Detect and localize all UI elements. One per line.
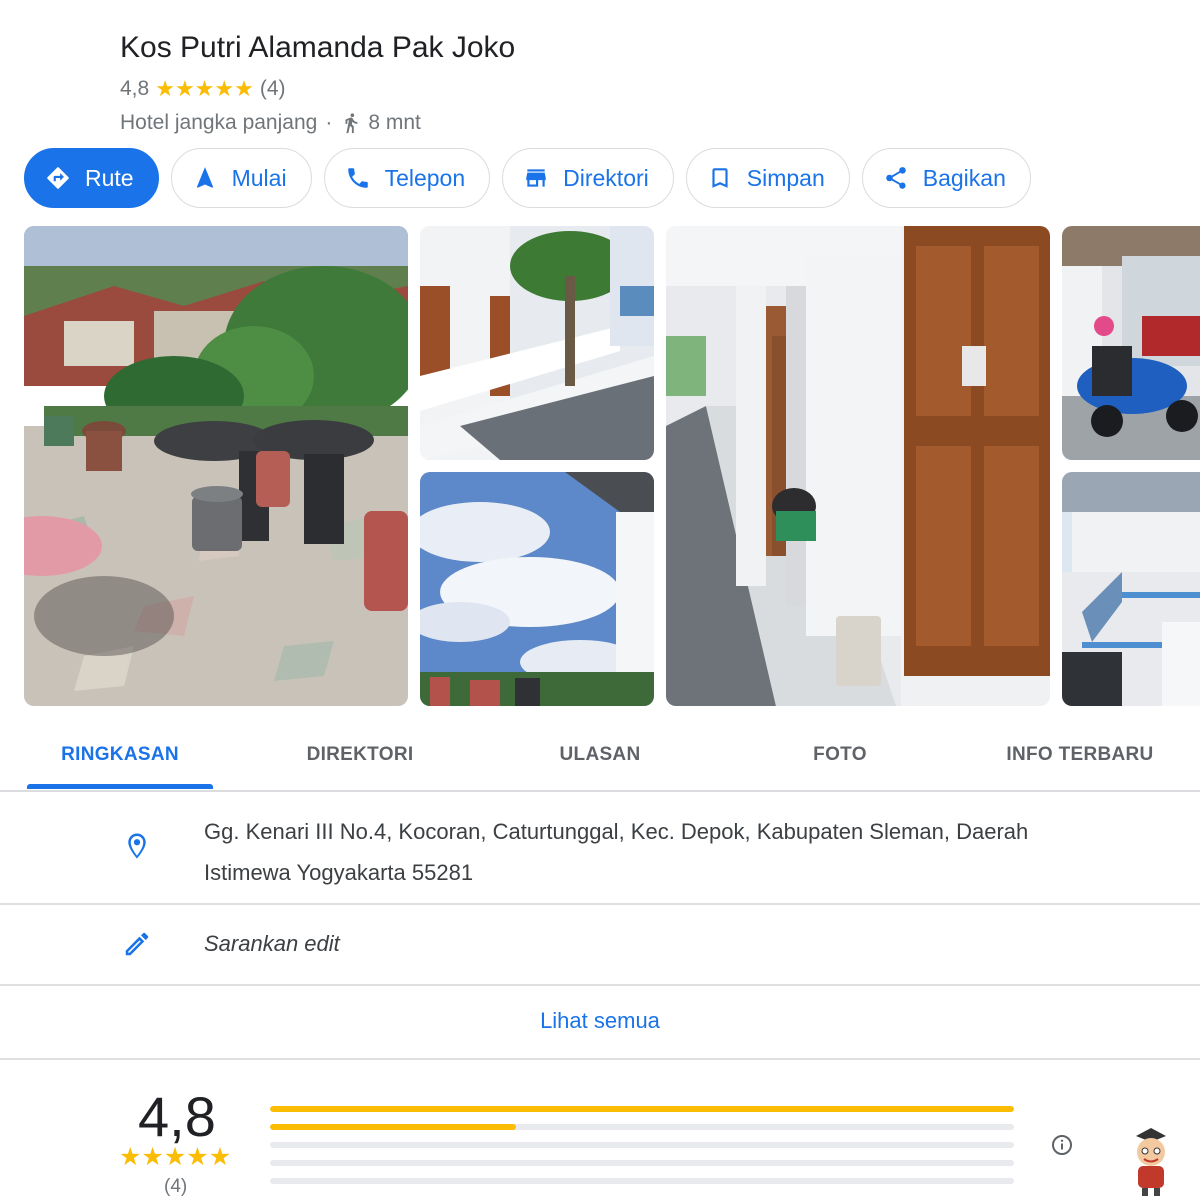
rating-row[interactable]: 4,8 ★ ★ ★ ★ ★ (4)	[120, 74, 515, 104]
walk-time: 8 mnt	[368, 111, 421, 134]
rating-value: 4,8	[120, 77, 150, 100]
address-text: Gg. Kenari III No.4, Kocoran, Caturtungg…	[204, 811, 1104, 893]
rating-bar-2-star	[270, 1160, 1014, 1166]
rating-distribution	[270, 1106, 1014, 1196]
average-stars: ★ ★ ★ ★ ★	[119, 1143, 232, 1171]
navigation-arrow-icon	[192, 165, 218, 191]
photo-upper-corridor[interactable]	[420, 226, 654, 460]
place-title: Kos Putri Alamanda Pak Joko	[120, 31, 516, 64]
save-label: Simpan	[746, 164, 825, 191]
tab-info-terbaru[interactable]: INFO TERBARU	[960, 720, 1200, 790]
tab-direktori[interactable]: DIREKTORI	[240, 720, 480, 790]
rating-bar-1-star	[270, 1178, 1014, 1184]
star-icon: ★	[174, 76, 195, 101]
photo-gallery	[0, 226, 1200, 706]
star-icon: ★	[234, 76, 254, 101]
rating-bar-5-star	[270, 1106, 1014, 1112]
tab-ulasan[interactable]: ULASAN	[480, 720, 720, 790]
share-button[interactable]: Bagikan	[861, 148, 1031, 208]
storefront-icon	[523, 165, 549, 191]
address-row[interactable]: Gg. Kenari III No.4, Kocoran, Caturtungg…	[0, 793, 1200, 905]
photo-stairs[interactable]	[1062, 472, 1200, 706]
directory-label: Direktori	[563, 164, 649, 191]
photo-sky-clouds[interactable]	[420, 472, 654, 706]
pencil-icon	[122, 929, 152, 959]
active-tab-indicator	[27, 784, 213, 789]
review-total-count: (4)	[164, 1176, 188, 1197]
bookmark-icon	[707, 165, 733, 191]
star-icon: ★	[141, 1143, 164, 1171]
rating-bar-3-star	[270, 1142, 1014, 1148]
photo-hallway-doors[interactable]	[666, 226, 1050, 706]
directions-icon	[45, 165, 71, 191]
address-line-1: Gg. Kenari III No.4, Kocoran, Caturtungg…	[204, 819, 1029, 844]
place-header: Kos Putri Alamanda Pak Joko 4,8 ★ ★ ★ ★ …	[120, 28, 515, 138]
average-rating: 4,8	[138, 1085, 216, 1148]
photo-rooftop-terrace[interactable]	[24, 226, 408, 706]
tab-ringkasan[interactable]: RINGKASAN	[0, 720, 240, 790]
rating-bar-4-star	[270, 1124, 1014, 1130]
share-label: Bagikan	[922, 164, 1006, 191]
call-button[interactable]: Telepon	[323, 148, 491, 208]
save-button[interactable]: Simpan	[685, 148, 850, 208]
call-label: Telepon	[384, 164, 466, 191]
action-chips: Rute Mulai Telepon Direktori Simpan Bagi…	[24, 148, 1031, 208]
star-icon: ★	[208, 1143, 232, 1171]
review-count: (4)	[259, 77, 286, 100]
mascot-sticker-icon	[1120, 1122, 1182, 1198]
suggest-edit-text: Sarankan edit	[204, 931, 340, 956]
separator-dot: ·	[325, 111, 333, 134]
place-type-row: Hotel jangka panjang · 8 mnt	[120, 108, 515, 138]
share-icon	[883, 165, 909, 191]
phone-icon	[345, 165, 371, 191]
directions-button[interactable]: Rute	[24, 148, 159, 208]
start-button[interactable]: Mulai	[170, 148, 312, 208]
start-label: Mulai	[231, 164, 287, 191]
tab-bar: RINGKASAN DIREKTORI ULASAN FOTO INFO TER…	[0, 720, 1200, 792]
review-summary: 4,8 ★ ★ ★ ★ ★ (4)	[0, 1060, 1200, 1200]
star-icon: ★	[194, 76, 215, 101]
star-icon: ★	[119, 1143, 142, 1171]
suggest-edit-row[interactable]: Sarankan edit	[0, 905, 1200, 986]
star-icon: ★	[163, 1143, 187, 1171]
star-icon: ★	[214, 76, 235, 101]
tab-foto[interactable]: FOTO	[720, 720, 960, 790]
location-pin-icon	[122, 831, 152, 861]
info-icon[interactable]	[1050, 1133, 1074, 1157]
address-line-2: Istimewa Yogyakarta 55281	[204, 860, 474, 885]
rating-stars: ★ ★ ★ ★ ★	[155, 78, 254, 100]
rating-bar-fill	[270, 1124, 516, 1130]
place-type: Hotel jangka panjang	[120, 111, 318, 134]
directory-button[interactable]: Direktori	[502, 148, 674, 208]
star-icon: ★	[155, 76, 175, 101]
see-all-link[interactable]: Lihat semua	[0, 1008, 1200, 1034]
walking-person-icon	[340, 111, 362, 135]
photo-parked-scooters[interactable]	[1062, 226, 1200, 460]
star-icon: ★	[186, 1143, 209, 1171]
rating-bar-fill	[270, 1106, 1014, 1112]
directions-label: Rute	[85, 164, 134, 191]
see-all-row: Lihat semua	[0, 986, 1200, 1060]
